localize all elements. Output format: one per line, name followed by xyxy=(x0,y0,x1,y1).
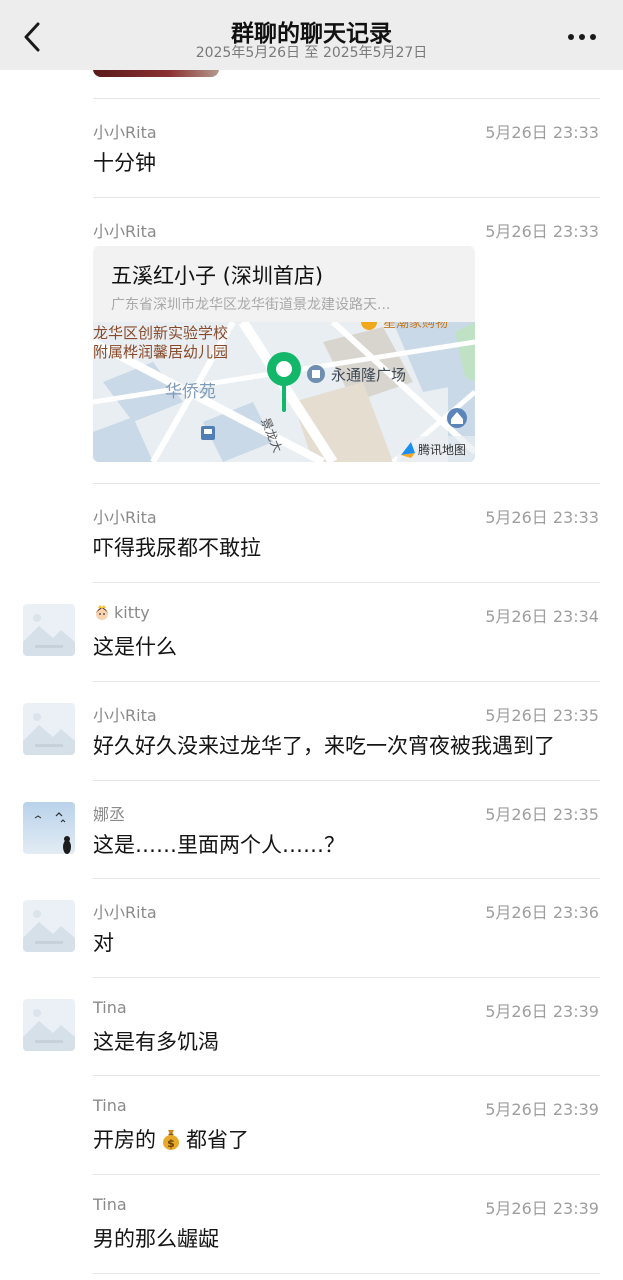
money-bag-icon: $ xyxy=(163,1130,179,1150)
sender-name: kitty xyxy=(93,603,150,622)
svg-text:$: $ xyxy=(167,1137,175,1150)
location-address: 广东省深圳市龙华区龙华街道景龙建设路天... xyxy=(111,297,391,313)
message-item[interactable]: 小小Rita 5月26日 23:36 对 xyxy=(0,879,623,978)
map-label-mall: 星潮家购物 xyxy=(383,322,448,331)
message-item[interactable]: 小小Rita 5月26日 23:33 十分钟 xyxy=(0,99,623,198)
sender-name: Tina xyxy=(93,1096,127,1115)
map-label-school: 龙华区创新实验学校 xyxy=(93,324,228,342)
avatar[interactable] xyxy=(23,604,75,656)
message-time: 5月26日 23:35 xyxy=(485,706,599,725)
sender-name: 小小Rita xyxy=(93,508,157,527)
message-item[interactable]: kitty 5月26日 23:34 这是什么 xyxy=(0,583,623,682)
more-dots-icon[interactable] xyxy=(567,24,597,50)
message-text: 这是……里面两个人……？ xyxy=(93,833,345,857)
message-time: 5月26日 23:36 xyxy=(485,903,599,922)
message-item[interactable]: Tina 5月26日 23:39 男的那么龌龊 xyxy=(0,1175,623,1274)
message-item[interactable]: Tina 5月26日 23:39 这是有多饥渴 xyxy=(0,978,623,1077)
location-card[interactable]: 五溪红小子 (深圳首店) 广东省深圳市龙华区龙华街道景龙建设路天... 龙华区创… xyxy=(93,246,475,462)
princess-emoji-icon xyxy=(96,605,108,620)
message-text: 对 xyxy=(93,931,114,955)
location-map[interactable]: 龙华区创新实验学校 附属桦润馨居幼儿园 华侨苑 永通隆广场 景龙大 星潮家购物 … xyxy=(93,322,475,462)
message-time: 5月26日 23:33 xyxy=(485,508,599,527)
message-item[interactable]: 小小Rita 5月26日 23:33 五溪红小子 (深圳首店) 广东省深圳市龙华… xyxy=(0,198,623,484)
location-name: 五溪红小子 (深圳首店) xyxy=(111,264,324,288)
message-text: 十分钟 xyxy=(93,151,156,175)
message-time: 5月26日 23:34 xyxy=(485,607,599,626)
message-time: 5月26日 23:39 xyxy=(485,1002,599,1021)
message-text: 吓得我尿都不敢拉 xyxy=(93,536,261,560)
sender-name: Tina xyxy=(93,1195,127,1214)
divider xyxy=(93,1273,600,1274)
message-time: 5月26日 23:33 xyxy=(485,123,599,142)
sender-name: Tina xyxy=(93,998,127,1017)
message-item[interactable]: 娜丞 5月26日 23:35 这是……里面两个人……？ xyxy=(0,781,623,880)
sender-name: 小小Rita xyxy=(93,123,157,142)
message-item[interactable]: Tina 5月26日 23:39 开房的 $ 都省了 xyxy=(0,1076,623,1175)
map-label-plaza: 永通隆广场 xyxy=(331,366,406,384)
message-text-part: 都省了 xyxy=(186,1128,249,1152)
message-text: 这是有多饥渴 xyxy=(93,1030,219,1054)
sender-name-text: kitty xyxy=(114,603,150,622)
map-brand-label: 腾讯地图 xyxy=(418,442,466,457)
message-item[interactable]: 小小Rita 5月26日 23:35 好久好久没来过龙华了，来吃一次宵夜被我遇到… xyxy=(0,682,623,781)
message-text: 男的那么龌龊 xyxy=(93,1227,219,1251)
message-time: 5月26日 23:39 xyxy=(485,1199,599,1218)
avatar[interactable] xyxy=(23,703,75,755)
message-text: 这是什么 xyxy=(93,635,177,659)
sender-name: 小小Rita xyxy=(93,706,157,725)
avatar[interactable] xyxy=(23,802,75,854)
top-bar: 群聊的聊天记录 2025年5月26日 至 2025年5月27日 xyxy=(0,0,623,70)
avatar[interactable] xyxy=(23,900,75,952)
message-text: 开房的 $ 都省了 xyxy=(93,1124,249,1154)
message-time: 5月26日 23:35 xyxy=(485,805,599,824)
message-item[interactable]: 小小Rita 5月26日 23:33 吓得我尿都不敢拉 xyxy=(0,484,623,583)
date-range-subtitle: 2025年5月26日 至 2025年5月27日 xyxy=(195,45,428,61)
map-label-area: 华侨苑 xyxy=(165,382,216,402)
message-time: 5月26日 23:33 xyxy=(485,222,599,241)
sender-name: 娜丞 xyxy=(93,805,126,824)
sender-name: 小小Rita xyxy=(93,903,157,922)
avatar[interactable] xyxy=(23,999,75,1051)
map-label-kindergarten: 附属桦润馨居幼儿园 xyxy=(93,343,228,361)
message-text-part: 开房的 xyxy=(93,1128,156,1152)
sender-name: 小小Rita xyxy=(93,222,157,241)
message-time: 5月26日 23:39 xyxy=(485,1100,599,1119)
message-text: 好久好久没来过龙华了，来吃一次宵夜被我遇到了 xyxy=(93,734,555,758)
